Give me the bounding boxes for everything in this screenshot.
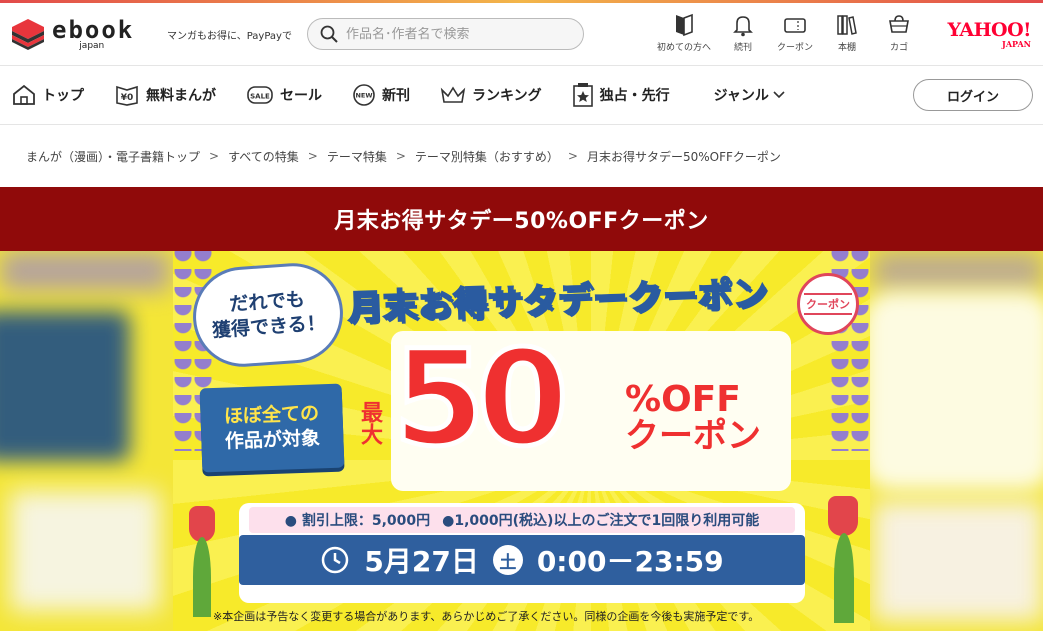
campaign-banner-image[interactable]: だれでも 獲得できる！ 月末お得サタデークーポン クーポン ほぼ全ての 作品が対…	[173, 251, 870, 631]
header-link-beginners[interactable]: 初めての方へ	[651, 13, 717, 53]
background-decoration	[10, 491, 160, 611]
breadcrumb: まんが（漫画）・電子書籍トップ > すべての特集 > テーマ特集 > テーマ別特…	[0, 125, 1043, 187]
nav-item-new-release[interactable]: NEW 新刊	[352, 83, 410, 107]
header-tagline: マンガもお得に、PayPayで	[167, 30, 292, 42]
site-header: ebook japan マンガもお得に、PayPayで 初めての方へ 続刊	[0, 3, 1043, 65]
login-button[interactable]: ログイン	[913, 79, 1033, 111]
breadcrumb-separator: >	[567, 149, 578, 163]
free-icon: ¥0	[116, 85, 138, 106]
nav-item-label: 新刊	[382, 88, 410, 104]
page-title: 月末お得サタデー50%OFFクーポン	[0, 187, 1043, 251]
new-icon: NEW	[353, 84, 375, 106]
nav-item-label: セール	[280, 88, 322, 104]
breadcrumb-separator: >	[209, 149, 220, 163]
coupon-icon	[784, 18, 806, 33]
breadcrumb-link-top[interactable]: まんが（漫画）・電子書籍トップ	[26, 148, 200, 165]
logo-subtext: japan	[79, 40, 105, 51]
header-link-label: 初めての方へ	[656, 43, 711, 53]
disclaimer-note: ※本企画は予告なく変更する場合があります、あらかじめご了承ください。同様の企画を…	[213, 610, 760, 623]
target-line: ほぼ全ての	[223, 402, 320, 428]
svg-text:SALE: SALE	[250, 93, 270, 101]
nav-item-exclusive[interactable]: 独占・先行	[572, 82, 670, 108]
nav-item-label: 無料まんが	[146, 88, 216, 104]
header-link-sequel[interactable]: 続刊	[717, 13, 769, 53]
header-link-coupon[interactable]: クーポン	[769, 13, 821, 53]
background-decoration	[863, 291, 1043, 491]
coupon-stamp-label: クーポン	[804, 293, 852, 315]
clock-icon	[322, 546, 349, 574]
header-link-label: 本棚	[837, 43, 856, 53]
cart-icon	[889, 15, 909, 33]
ebook-logo-icon	[12, 19, 44, 50]
search-input[interactable]	[346, 26, 566, 42]
background-decoration	[873, 251, 1043, 291]
search-box[interactable]	[307, 18, 584, 50]
exclusive-icon	[572, 83, 593, 107]
bookshelf-icon	[837, 15, 857, 35]
background-decoration	[0, 251, 170, 291]
home-icon	[13, 84, 35, 105]
bell-icon	[733, 16, 753, 37]
svg-text:¥0: ¥0	[121, 93, 134, 103]
background-decoration	[873, 501, 1043, 621]
sale-icon: SALE	[247, 86, 273, 104]
breadcrumb-separator: >	[307, 149, 318, 163]
bubble-line: 獲得できる！	[211, 312, 327, 342]
discount-unit: %OFF クーポン	[625, 381, 761, 454]
breadcrumb-separator: >	[395, 149, 406, 163]
search-icon	[320, 25, 338, 43]
nav-item-top[interactable]: トップ	[12, 84, 84, 106]
coupon-text: クーポン	[625, 415, 761, 456]
condition-minimum: ●1,000円(税込)以上のご注文で1回限り利用可能	[442, 513, 760, 529]
background-decoration	[0, 311, 130, 461]
nav-item-label: 独占・先行	[599, 88, 670, 104]
nav-item-label: ランキング	[472, 88, 542, 104]
target-badge: ほぼ全ての 作品が対象	[199, 383, 345, 473]
coupon-conditions: ● 割引上限：5,000円 ●1,000円(税込)以上のご注文で1回限り利用可能	[249, 507, 795, 533]
header-link-label: 続刊	[733, 43, 752, 53]
header-icon-menu: 初めての方へ 続刊 クーポン 本棚 カゴ	[651, 13, 925, 53]
condition-limit: ● 割引上限：5,000円	[284, 513, 431, 529]
breadcrumb-link-theme[interactable]: テーマ特集	[327, 148, 387, 165]
yahoo-logo-sub: JAPAN	[1002, 39, 1031, 49]
header-link-label: クーポン	[776, 43, 813, 53]
nav-genre-label: ジャンル	[713, 88, 769, 104]
nav-item-sale[interactable]: SALE セール	[246, 84, 322, 106]
breadcrumb-current: 月末お得サタデー50%OFFクーポン	[586, 149, 781, 164]
main-nav: トップ ¥0 無料まんが SALE セール NEW 新刊 ランキング 独占・先行…	[0, 65, 1043, 125]
percent-off-text: %OFF	[625, 379, 741, 420]
campaign-time: 0:00－23:59	[536, 545, 724, 578]
yahoo-logo-text: YAHOO!	[947, 19, 1032, 41]
campaign-date: 5月27日	[364, 545, 479, 578]
target-line: 作品が対象	[224, 427, 321, 453]
yahoo-japan-logo[interactable]: YAHOO! JAPAN	[947, 19, 1032, 49]
nav-item-free-manga[interactable]: ¥0 無料まんが	[114, 84, 216, 106]
max-label: 最大	[357, 401, 382, 445]
nav-item-label: トップ	[42, 88, 84, 104]
weekday-badge: 土	[492, 545, 523, 575]
chevron-down-icon	[773, 91, 785, 99]
header-link-cart[interactable]: カゴ	[873, 13, 925, 53]
svg-text:NEW: NEW	[355, 92, 372, 100]
logo-wordmark: ebook	[52, 15, 135, 44]
leaf-decoration	[193, 537, 211, 617]
site-logo[interactable]: ebook japan	[10, 17, 155, 51]
campaign-date-bar: 5月27日 土 0:00－23:59	[239, 535, 805, 585]
nav-genre-dropdown[interactable]: ジャンル	[714, 85, 785, 105]
book-guide-icon	[676, 13, 693, 37]
coupon-stamp: クーポン	[797, 273, 859, 335]
nav-item-ranking[interactable]: ランキング	[440, 84, 542, 106]
tulip-decoration	[828, 496, 858, 536]
header-link-bookshelf[interactable]: 本棚	[821, 13, 873, 53]
header-link-label: カゴ	[889, 43, 908, 53]
breadcrumb-link-theme-recommended[interactable]: テーマ別特集（おすすめ）	[415, 148, 559, 165]
discount-number: 50	[391, 322, 572, 476]
breadcrumb-link-all-features[interactable]: すべての特集	[228, 148, 299, 165]
crown-icon	[440, 86, 466, 103]
leaf-decoration	[834, 533, 854, 623]
hero-banner-area: だれでも 獲得できる！ 月末お得サタデークーポン クーポン ほぼ全ての 作品が対…	[0, 251, 1043, 631]
